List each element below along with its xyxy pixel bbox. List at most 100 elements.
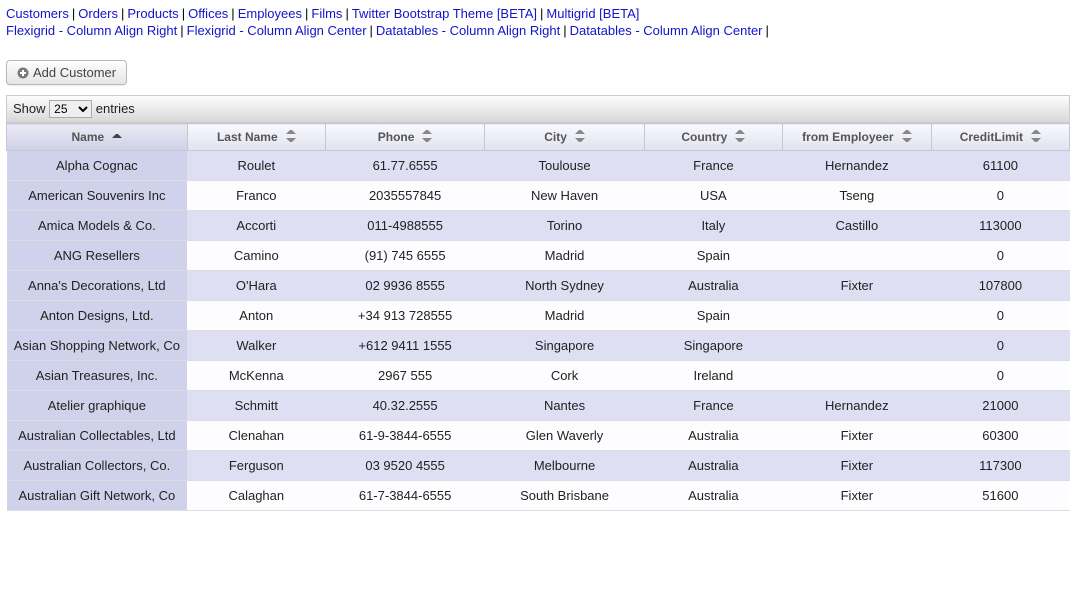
add-customer-label: Add Customer	[33, 65, 116, 80]
column-header[interactable]: Phone	[325, 124, 484, 151]
nav-link[interactable]: Offices	[188, 6, 228, 21]
cell-city: Toulouse	[485, 151, 644, 181]
cell-country: France	[644, 151, 782, 181]
cell-country: Australia	[644, 451, 782, 481]
cell-credit: 61100	[931, 151, 1069, 181]
cell-credit: 113000	[931, 211, 1069, 241]
cell-name: Alpha Cognac	[7, 151, 188, 181]
add-customer-button[interactable]: Add Customer	[6, 60, 127, 85]
table-row[interactable]: American Souvenirs IncFranco2035557845Ne…	[7, 181, 1070, 211]
length-select[interactable]: 102550100	[49, 100, 92, 118]
nav-line-1: Customers|Orders|Products|Offices|Employ…	[6, 6, 1070, 21]
cell-city: Singapore	[485, 331, 644, 361]
column-header[interactable]: from Employeer	[782, 124, 931, 151]
nav-link[interactable]: Customers	[6, 6, 69, 21]
cell-country: Italy	[644, 211, 782, 241]
cell-phone: 2035557845	[325, 181, 484, 211]
table-row[interactable]: Amica Models & Co.Accorti011-4988555Tori…	[7, 211, 1070, 241]
cell-emp: Hernandez	[782, 151, 931, 181]
table-row[interactable]: Atelier graphiqueSchmitt40.32.2555Nantes…	[7, 391, 1070, 421]
cell-city: Torino	[485, 211, 644, 241]
cell-phone: 61-7-3844-6555	[325, 481, 484, 511]
table-row[interactable]: Australian Collectors, Co.Ferguson03 952…	[7, 451, 1070, 481]
cell-country: Australia	[644, 271, 782, 301]
cell-name: ANG Resellers	[7, 241, 188, 271]
nav-link[interactable]: Datatables - Column Align Right	[376, 23, 560, 38]
cell-country: Ireland	[644, 361, 782, 391]
cell-last: Schmitt	[187, 391, 325, 421]
sort-icon	[422, 130, 432, 142]
cell-last: Roulet	[187, 151, 325, 181]
cell-phone: 40.32.2555	[325, 391, 484, 421]
cell-name: Anna's Decorations, Ltd	[7, 271, 188, 301]
cell-name: Amica Models & Co.	[7, 211, 188, 241]
cell-emp: Fixter	[782, 481, 931, 511]
nav-link[interactable]: Twitter Bootstrap Theme [BETA]	[352, 6, 537, 21]
column-header[interactable]: CreditLimit	[931, 124, 1069, 151]
table-row[interactable]: Alpha CognacRoulet61.77.6555ToulouseFran…	[7, 151, 1070, 181]
cell-last: Anton	[187, 301, 325, 331]
cell-credit: 107800	[931, 271, 1069, 301]
cell-city: New Haven	[485, 181, 644, 211]
cell-name: Asian Shopping Network, Co	[7, 331, 188, 361]
column-header[interactable]: City	[485, 124, 644, 151]
nav-link[interactable]: Employees	[238, 6, 302, 21]
cell-name: Atelier graphique	[7, 391, 188, 421]
cell-credit: 0	[931, 181, 1069, 211]
cell-credit: 0	[931, 361, 1069, 391]
cell-last: Clenahan	[187, 421, 325, 451]
cell-phone: +34 913 728555	[325, 301, 484, 331]
cell-credit: 21000	[931, 391, 1069, 421]
cell-name: Australian Collectors, Co.	[7, 451, 188, 481]
nav-link[interactable]: Datatables - Column Align Center	[570, 23, 763, 38]
table-header-row: NameLast NamePhoneCityCountryfrom Employ…	[7, 124, 1070, 151]
nav-link[interactable]: Flexigrid - Column Align Center	[187, 23, 367, 38]
table-row[interactable]: Australian Gift Network, CoCalaghan61-7-…	[7, 481, 1070, 511]
cell-emp	[782, 361, 931, 391]
cell-emp: Castillo	[782, 211, 931, 241]
sort-icon	[575, 130, 585, 142]
cell-name: Australian Collectables, Ltd	[7, 421, 188, 451]
cell-phone: (91) 745 6555	[325, 241, 484, 271]
sort-icon	[902, 130, 912, 142]
cell-phone: 61-9-3844-6555	[325, 421, 484, 451]
cell-last: O'Hara	[187, 271, 325, 301]
cell-last: McKenna	[187, 361, 325, 391]
nav-link[interactable]: Multigrid [BETA]	[546, 6, 639, 21]
table-row[interactable]: Asian Shopping Network, CoWalker+612 941…	[7, 331, 1070, 361]
cell-emp: Tseng	[782, 181, 931, 211]
cell-name: Australian Gift Network, Co	[7, 481, 188, 511]
cell-phone: 011-4988555	[325, 211, 484, 241]
table-row[interactable]: Australian Collectables, LtdClenahan61-9…	[7, 421, 1070, 451]
cell-phone: 02 9936 8555	[325, 271, 484, 301]
nav-link[interactable]: Orders	[78, 6, 118, 21]
nav-link[interactable]: Products	[127, 6, 178, 21]
cell-credit: 51600	[931, 481, 1069, 511]
table-row[interactable]: Anna's Decorations, LtdO'Hara02 9936 855…	[7, 271, 1070, 301]
table-row[interactable]: Anton Designs, Ltd.Anton+34 913 728555Ma…	[7, 301, 1070, 331]
nav-link[interactable]: Films	[311, 6, 342, 21]
customers-table: NameLast NamePhoneCityCountryfrom Employ…	[6, 123, 1070, 511]
length-prefix: Show	[13, 101, 46, 116]
table-row[interactable]: ANG ResellersCamino(91) 745 6555MadridSp…	[7, 241, 1070, 271]
cell-city: North Sydney	[485, 271, 644, 301]
length-bar: Show 102550100 entries	[6, 95, 1070, 123]
column-header[interactable]: Last Name	[187, 124, 325, 151]
cell-last: Ferguson	[187, 451, 325, 481]
cell-name: Asian Treasures, Inc.	[7, 361, 188, 391]
cell-phone: 61.77.6555	[325, 151, 484, 181]
column-header[interactable]: Country	[644, 124, 782, 151]
column-header[interactable]: Name	[7, 124, 188, 151]
sort-icon	[286, 130, 296, 142]
table-row[interactable]: Asian Treasures, Inc.McKenna2967 555Cork…	[7, 361, 1070, 391]
cell-emp: Fixter	[782, 271, 931, 301]
cell-city: Nantes	[485, 391, 644, 421]
cell-phone: +612 9411 1555	[325, 331, 484, 361]
cell-last: Calaghan	[187, 481, 325, 511]
cell-emp	[782, 241, 931, 271]
nav-link[interactable]: Flexigrid - Column Align Right	[6, 23, 177, 38]
cell-name: American Souvenirs Inc	[7, 181, 188, 211]
cell-city: Cork	[485, 361, 644, 391]
cell-emp	[782, 301, 931, 331]
cell-emp: Hernandez	[782, 391, 931, 421]
